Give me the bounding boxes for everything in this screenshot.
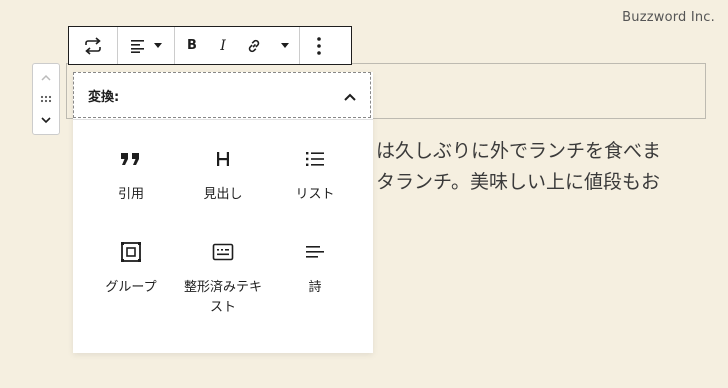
italic-button[interactable]: I	[209, 27, 237, 64]
link-button[interactable]	[237, 27, 271, 64]
popover-header[interactable]: 変換:	[73, 72, 371, 118]
quote-icon	[120, 147, 142, 171]
more-options-button[interactable]	[300, 27, 338, 64]
more-vertical-icon	[317, 36, 321, 55]
transform-item-group[interactable]: グループ	[85, 240, 177, 298]
align-left-icon	[130, 39, 146, 53]
group-icon	[120, 240, 142, 264]
transform-item-list[interactable]: リスト	[269, 147, 361, 205]
item-label: リスト	[295, 187, 335, 202]
transform-button[interactable]	[69, 27, 117, 64]
bold-button[interactable]: B	[175, 27, 209, 64]
transform-item-verse[interactable]: 詩	[269, 240, 361, 298]
heading-icon	[216, 147, 230, 171]
transform-group	[69, 27, 118, 64]
align-button[interactable]	[118, 27, 174, 64]
verse-icon	[305, 240, 325, 264]
watermark-text: Buzzword Inc.	[622, 10, 715, 25]
transform-item-heading[interactable]: 見出し	[177, 147, 269, 205]
list-icon	[305, 147, 325, 171]
drag-handle-icon[interactable]	[40, 89, 52, 109]
popover-title: 変換:	[88, 89, 120, 105]
format-group: B I	[175, 27, 300, 64]
options-group	[300, 27, 338, 64]
transform-item-preformatted[interactable]: 整形済みテキ スト	[177, 240, 269, 318]
more-formats-button[interactable]	[271, 27, 299, 64]
link-icon	[246, 38, 262, 54]
move-up-icon[interactable]	[41, 68, 51, 88]
popover-divider	[73, 119, 373, 120]
chevron-down-icon	[154, 42, 162, 49]
align-group	[118, 27, 175, 64]
paragraph-line: タランチ。美味しい上に値段もお	[376, 171, 661, 193]
chevron-down-icon	[281, 42, 289, 49]
item-label: 詩	[308, 280, 322, 295]
paragraph-text[interactable]: は久しぶりに外でランチを食べま タランチ。美味しい上に値段もお	[376, 136, 716, 198]
item-label: 見出し	[203, 187, 243, 202]
item-label-continued: スト	[209, 300, 236, 315]
paragraph-line: は久しぶりに外でランチを食べま	[376, 140, 662, 162]
item-label: グループ	[105, 280, 157, 295]
item-label: 引用	[117, 187, 144, 202]
transform-popover: 変換: 引用 見出し リスト グループ 整形済みテキ スト 詩	[73, 72, 373, 353]
block-toolbar: B I	[68, 26, 352, 65]
chevron-up-icon[interactable]	[344, 86, 356, 105]
transform-arrows-icon	[83, 36, 103, 55]
preformatted-icon	[212, 240, 234, 264]
block-mover	[32, 63, 60, 135]
item-label: 整形済みテキ	[183, 280, 262, 295]
move-down-icon[interactable]	[41, 110, 51, 130]
transform-item-quote[interactable]: 引用	[85, 147, 177, 205]
